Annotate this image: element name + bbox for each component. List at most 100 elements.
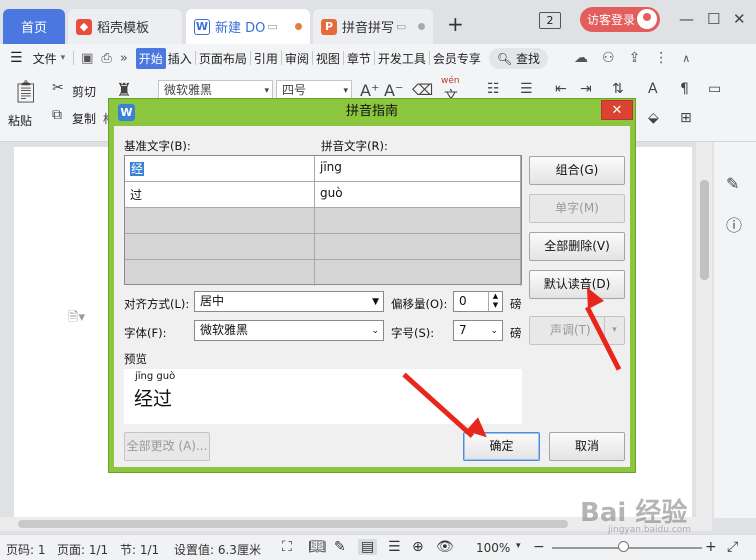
share-user-icon[interactable]: ⚇ bbox=[600, 50, 617, 66]
pinyin-cell-text: guò bbox=[320, 186, 343, 200]
fill-color-icon[interactable]: ⬙ bbox=[648, 110, 659, 126]
monitor-icon: ▭ bbox=[396, 20, 407, 33]
highlight-icon[interactable]: A bbox=[648, 81, 658, 97]
chevron-down-icon: ▾ bbox=[264, 86, 269, 96]
maximize-icon[interactable]: ☐ bbox=[707, 10, 720, 28]
chevron-down-icon[interactable]: ▾ bbox=[59, 53, 68, 63]
paragraph-marker-icon[interactable]: 🗎︎▾ bbox=[68, 308, 85, 330]
tab-docer-templates[interactable]: ◆ 稻壳模板 bbox=[68, 9, 182, 44]
menu-start[interactable]: 开始 bbox=[135, 47, 166, 69]
zoom-in-icon[interactable]: + bbox=[705, 539, 717, 555]
base-cell[interactable]: 过 bbox=[125, 182, 315, 208]
menu-review[interactable]: 审阅 bbox=[283, 50, 311, 67]
write-mode-icon[interactable]: ✎ bbox=[334, 539, 346, 555]
outdent-icon[interactable]: ⇤ bbox=[555, 81, 567, 97]
copy-icon[interactable]: ⧉ bbox=[52, 107, 62, 123]
print-icon[interactable]: ⎙ bbox=[99, 51, 113, 66]
window-count-badge[interactable]: 2 bbox=[539, 12, 561, 29]
tab-pinyin-doc[interactable]: P 拼音拼写 ▭ bbox=[313, 9, 433, 44]
hamburger-icon[interactable]: ☰ bbox=[8, 50, 25, 66]
zoom-slider-handle[interactable] bbox=[618, 541, 629, 552]
chevron-down-icon[interactable]: ▾ bbox=[516, 541, 521, 551]
combine-button[interactable]: 组合(G) bbox=[529, 156, 625, 185]
align-label: 对齐方式(L): bbox=[124, 297, 190, 311]
cloud-icon[interactable]: ☁ bbox=[572, 50, 590, 66]
ruler-icon[interactable]: ▭ bbox=[708, 81, 721, 97]
close-window-icon[interactable]: ✕ bbox=[733, 10, 746, 28]
numbered-list-icon[interactable]: ☰ bbox=[520, 81, 533, 97]
cancel-button[interactable]: 取消 bbox=[549, 432, 625, 461]
minimize-icon[interactable]: — bbox=[679, 10, 694, 28]
menu-reference[interactable]: 引用 bbox=[252, 50, 280, 67]
collapse-ribbon-icon[interactable]: ∧ bbox=[680, 52, 692, 65]
pinyin-cell[interactable]: jīng bbox=[315, 156, 521, 182]
text-direction-icon[interactable]: ⇅ bbox=[612, 81, 624, 97]
indent-icon[interactable]: ⇥ bbox=[580, 81, 592, 97]
clear-format-icon[interactable]: ⌫ bbox=[412, 81, 433, 99]
more-options-icon[interactable]: ⋮ bbox=[652, 50, 670, 66]
delete-all-button[interactable]: 全部删除(V) bbox=[529, 232, 625, 261]
font-select[interactable]: 微软雅黑 ⌄ bbox=[194, 320, 384, 341]
paste-icon[interactable]: 📋︎ bbox=[12, 80, 40, 105]
show-marks-icon[interactable]: ¶ bbox=[680, 81, 689, 97]
preview-label: 预览 bbox=[124, 352, 147, 366]
vertical-scroll-thumb[interactable] bbox=[700, 180, 709, 280]
size-value: 四号 bbox=[282, 83, 307, 97]
cut-label[interactable]: 剪切 bbox=[72, 83, 96, 100]
align-value: 居中 bbox=[200, 294, 225, 308]
font-value: 微软雅黑 bbox=[164, 83, 213, 97]
spinner-icon[interactable]: ▲ ▼ bbox=[488, 292, 502, 311]
login-button[interactable]: 访客登录 bbox=[580, 7, 660, 32]
eye-icon[interactable]: 👁︎ bbox=[436, 539, 454, 555]
outline-icon[interactable]: ☰ bbox=[388, 539, 401, 555]
pinyin-guide-icon[interactable]: wén bbox=[441, 76, 460, 86]
tab-label: 首页 bbox=[20, 21, 47, 36]
save-icon[interactable]: ▣ bbox=[79, 51, 95, 66]
share-icon[interactable]: ⇪ bbox=[627, 50, 643, 66]
fit-window-icon[interactable]: ⤢ bbox=[727, 539, 738, 555]
tab-home[interactable]: 首页 bbox=[3, 9, 65, 44]
monitor-icon: ▭ bbox=[267, 20, 278, 33]
menu-file[interactable]: 文件 bbox=[31, 50, 59, 67]
change-all-button[interactable]: 全部更改 (A)... bbox=[124, 432, 210, 461]
tab-new-doc[interactable]: W 新建 DO ▭ bbox=[186, 9, 310, 44]
docer-icon: ◆ bbox=[76, 18, 92, 35]
search-button[interactable]: 🔍︎ 查找 bbox=[488, 47, 548, 69]
page-view-icon[interactable]: ▤ bbox=[358, 539, 378, 555]
web-view-icon[interactable]: ⊕ bbox=[412, 539, 424, 555]
fullscreen-icon[interactable]: ⛶ bbox=[282, 539, 292, 555]
chevron-down-icon: ⌄ bbox=[371, 326, 379, 336]
align-select[interactable]: 居中 ▼ bbox=[194, 291, 384, 312]
tone-label: 声调(T) bbox=[550, 323, 591, 337]
pinyin-text-label: 拼音文字(R): bbox=[321, 139, 388, 153]
scissors-icon[interactable]: ✂ bbox=[52, 80, 64, 96]
copy-label[interactable]: 复制 bbox=[72, 110, 96, 127]
pen-icon[interactable]: ✎ bbox=[726, 174, 739, 193]
horizontal-scroll-thumb[interactable] bbox=[18, 520, 568, 528]
menu-view[interactable]: 视图 bbox=[314, 50, 342, 67]
size-value: 7 bbox=[459, 323, 467, 337]
size-select[interactable]: 7 ⌄ bbox=[453, 320, 503, 341]
offset-stepper[interactable]: 0 ▲ ▼ bbox=[453, 291, 503, 312]
zoom-out-icon[interactable]: − bbox=[533, 539, 545, 555]
menu-section[interactable]: 章节 bbox=[345, 50, 373, 67]
offset-value: 0 bbox=[459, 294, 467, 308]
help-icon[interactable]: ⓘ bbox=[726, 212, 742, 236]
default-reading-button[interactable]: 默认读音(D) bbox=[529, 270, 625, 299]
dialog-close-icon[interactable]: ✕ bbox=[601, 100, 633, 120]
zoom-level[interactable]: 100% bbox=[476, 541, 510, 555]
more-icon[interactable]: » bbox=[118, 51, 130, 66]
menu-developer[interactable]: 开发工具 bbox=[376, 50, 428, 67]
new-tab-plus-icon[interactable]: + bbox=[447, 12, 464, 36]
read-mode-icon[interactable]: 📖︎ bbox=[308, 539, 326, 555]
single-char-button[interactable]: 单字(M) bbox=[529, 194, 625, 223]
base-cell[interactable]: 经 bbox=[125, 156, 315, 182]
borders-icon[interactable]: ⊞ bbox=[680, 110, 692, 126]
paste-label[interactable]: 粘贴 bbox=[8, 112, 32, 129]
menu-insert[interactable]: 插入 bbox=[166, 50, 194, 67]
bullet-list-icon[interactable]: ☷ bbox=[487, 81, 500, 97]
pinyin-cell[interactable]: guò bbox=[315, 182, 521, 208]
menu-member[interactable]: 会员专享 bbox=[431, 50, 483, 67]
menu-layout[interactable]: 页面布局 bbox=[197, 50, 249, 67]
tone-button[interactable]: 声调(T) ▾ bbox=[529, 316, 625, 345]
